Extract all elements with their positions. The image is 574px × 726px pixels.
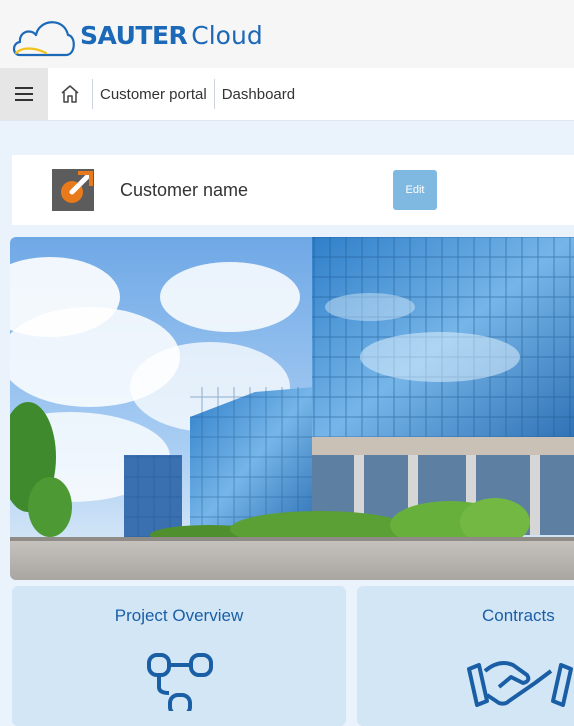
customer-name: Customer name: [120, 180, 249, 200]
home-button[interactable]: [48, 68, 92, 120]
edit-customer-button[interactable]: Edit: [393, 170, 437, 210]
app-header: SAUTER Cloud: [0, 0, 574, 68]
customer-logo-icon: [52, 169, 94, 211]
navigation-bar: Customer portal Dashboard: [0, 68, 574, 121]
tile-title: Project Overview: [114, 606, 244, 625]
handshake-icon: [467, 661, 573, 707]
building-illustration: [10, 237, 574, 580]
home-icon: [61, 85, 79, 103]
breadcrumb-customer-portal[interactable]: Customer portal: [93, 86, 214, 103]
hamburger-menu-icon: [15, 87, 33, 101]
logo-brand-text: SAUTER: [80, 20, 188, 50]
breadcrumb-dashboard: Dashboard: [221, 85, 296, 103]
cloud-logo-icon: [12, 21, 75, 57]
customer-card: Customer name Edit: [12, 155, 574, 225]
tile-title: Contracts: [482, 606, 555, 625]
hero-building-image: [10, 237, 574, 580]
contracts-tile[interactable]: Contracts: [357, 586, 574, 726]
hamburger-menu-button[interactable]: [0, 68, 48, 120]
logo-product-text: Cloud: [191, 20, 263, 50]
project-overview-tile[interactable]: Project Overview: [12, 586, 346, 726]
network-icon: [147, 653, 213, 711]
sauter-cloud-logo[interactable]: SAUTER Cloud: [10, 10, 263, 60]
